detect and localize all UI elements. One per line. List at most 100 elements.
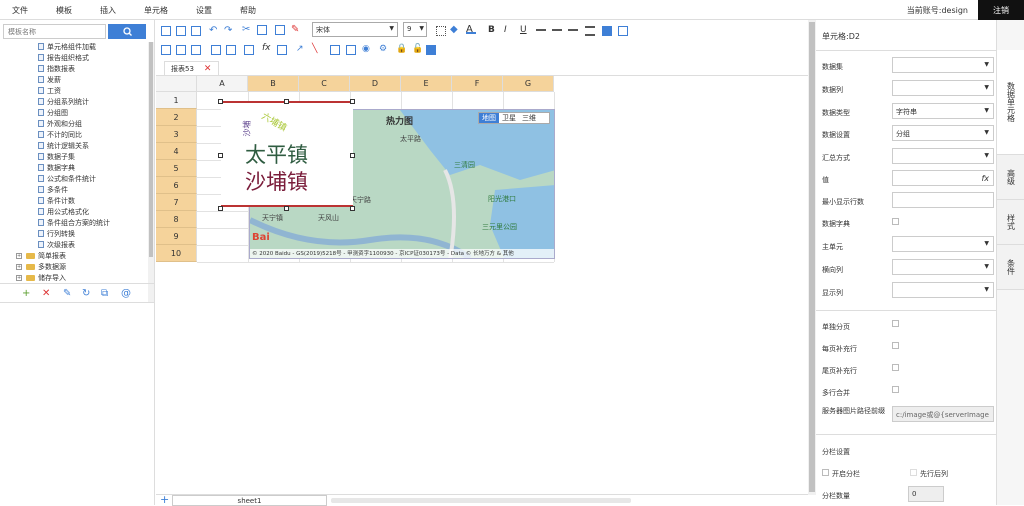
resize-handle[interactable] xyxy=(284,99,289,104)
align-line-icon[interactable] xyxy=(536,29,546,31)
refresh-icon[interactable]: ↻ xyxy=(82,289,90,299)
menu-insert[interactable]: 插入 xyxy=(100,5,116,16)
page-break-checkbox[interactable] xyxy=(892,320,899,327)
resize-handle[interactable] xyxy=(350,153,355,158)
tree-item[interactable]: 条件组合方案的统计 xyxy=(38,217,110,228)
insert-row-icon[interactable] xyxy=(161,45,171,55)
row-header-4[interactable]: 4 xyxy=(156,143,197,160)
menu-file[interactable]: 文件 xyxy=(12,5,28,16)
master-cell-select[interactable]: ▼ xyxy=(892,236,994,252)
save-icon[interactable] xyxy=(191,26,201,36)
tree-item[interactable]: 公式和条件统计 xyxy=(38,173,96,184)
row-header-5[interactable]: 5 xyxy=(156,160,197,177)
dataset-select[interactable]: ▼ xyxy=(892,57,994,73)
vertical-scrollbar[interactable] xyxy=(808,20,816,495)
min-rows-input[interactable] xyxy=(892,192,994,208)
tree-item[interactable]: 次级报表 xyxy=(38,239,75,250)
row-header-9[interactable]: 9 xyxy=(156,228,197,245)
paste-icon[interactable] xyxy=(275,25,285,35)
delete-col-icon[interactable] xyxy=(211,45,221,55)
summary-select[interactable]: ▼ xyxy=(892,148,994,164)
table-icon[interactable] xyxy=(226,45,236,55)
tab-report[interactable]: 报表53 ✕ xyxy=(164,61,219,75)
tree-item[interactable]: 分组图 xyxy=(38,107,68,118)
value-input[interactable]: fx xyxy=(892,170,994,186)
underline-icon[interactable]: U xyxy=(520,25,530,35)
close-icon[interactable]: ✕ xyxy=(204,64,212,74)
split-icon[interactable] xyxy=(618,26,628,36)
tab-condition[interactable]: 条件 xyxy=(997,245,1024,290)
fill-rows-checkbox[interactable] xyxy=(892,342,899,349)
col-header-g[interactable]: G xyxy=(503,76,554,92)
at-icon[interactable]: @ xyxy=(121,289,131,299)
tree-item[interactable]: 行列转换 xyxy=(38,228,75,239)
resize-handle[interactable] xyxy=(218,153,223,158)
row-header-3[interactable]: 3 xyxy=(156,126,197,143)
row-header-10[interactable]: 10 xyxy=(156,245,197,262)
tree-folder[interactable]: + 储存导入 xyxy=(16,272,66,283)
col-header-f[interactable]: F xyxy=(452,76,503,92)
map-type-satellite[interactable]: 卫星 xyxy=(499,113,519,123)
align-line-icon[interactable] xyxy=(552,29,562,31)
horizontal-scrollbar[interactable] xyxy=(331,498,631,503)
tree-item[interactable]: 发薪 xyxy=(38,74,61,85)
cut-icon[interactable]: ✂ xyxy=(242,24,252,35)
diagonal-icon[interactable]: ╲ xyxy=(312,44,322,54)
resize-handle[interactable] xyxy=(350,206,355,211)
merge-icon[interactable] xyxy=(602,26,612,36)
server-image-prefix-input[interactable]: c:/image或@{serverImage xyxy=(892,406,994,422)
copy-icon[interactable] xyxy=(257,25,267,35)
tree-item[interactable]: 单元格组件加载 xyxy=(38,41,96,52)
font-select[interactable]: 宋体 ▼ xyxy=(312,22,398,37)
unlock-icon[interactable]: 🔓 xyxy=(412,44,423,54)
resize-handle[interactable] xyxy=(284,206,289,211)
tab-style[interactable]: 样式 xyxy=(997,200,1024,245)
lock-icon[interactable]: 🔒 xyxy=(396,44,407,54)
valign-icon[interactable] xyxy=(585,26,595,36)
map-type-switch[interactable]: 地图 卫星 三维 xyxy=(478,112,550,124)
tree-scrollbar[interactable] xyxy=(148,42,154,302)
formula-icon[interactable]: fx xyxy=(262,43,272,53)
expand-icon[interactable]: + xyxy=(16,252,22,259)
tree-item[interactable]: 分组系列统计 xyxy=(38,96,89,107)
formula-icon[interactable]: fx xyxy=(981,174,989,183)
data-column-select[interactable]: ▼ xyxy=(892,80,994,96)
map-type-map[interactable]: 地图 xyxy=(479,113,499,123)
redo-icon[interactable]: ↷ xyxy=(224,25,234,36)
resize-handle[interactable] xyxy=(218,206,223,211)
tree-item[interactable]: 条件计数 xyxy=(38,195,75,206)
map-type-3d[interactable]: 三维 xyxy=(519,113,539,123)
undo-icon[interactable]: ↶ xyxy=(209,25,219,36)
resize-handle[interactable] xyxy=(350,99,355,104)
open-icon[interactable] xyxy=(176,26,186,36)
row-header-2[interactable]: 2 xyxy=(156,109,197,126)
tree-item[interactable]: 统计逻辑关系 xyxy=(38,140,89,151)
col-header-a[interactable]: A xyxy=(197,76,248,92)
row-first-checkbox[interactable] xyxy=(910,469,917,476)
data-type-select[interactable]: 字符串 ▼ xyxy=(892,103,994,119)
tree-item[interactable]: 多条件 xyxy=(38,184,68,195)
border-icon[interactable] xyxy=(436,26,446,36)
delete-row-icon[interactable] xyxy=(191,45,201,55)
menu-settings[interactable]: 设置 xyxy=(196,5,212,16)
logout-button[interactable]: 注销 xyxy=(978,0,1024,20)
tree-folder[interactable]: + 多数据源 xyxy=(16,261,66,272)
font-color-icon[interactable]: A xyxy=(466,24,476,35)
copy-icon[interactable]: ⧉ xyxy=(101,289,108,299)
tree-item[interactable]: 不计的同比 xyxy=(38,129,82,140)
fill-color-icon[interactable]: ◆ xyxy=(450,24,460,35)
merge-rows-checkbox[interactable] xyxy=(892,386,899,393)
template-search-input[interactable]: 模板名称 xyxy=(3,24,106,39)
tree-item[interactable]: 用公式格式化 xyxy=(38,206,89,217)
text-box-component[interactable]: 六埔镇 沙埔 太平镇 沙埔镇 xyxy=(218,99,355,211)
menu-help[interactable]: 帮助 xyxy=(240,5,256,16)
col-header-b[interactable]: B xyxy=(248,76,299,92)
edit-icon[interactable]: ✎ xyxy=(63,289,71,299)
delete-icon[interactable]: ✕ xyxy=(42,289,50,299)
preview-icon[interactable]: ◉ xyxy=(362,44,372,54)
row-header-1[interactable]: 1 xyxy=(156,92,197,109)
row-header-6[interactable]: 6 xyxy=(156,177,197,194)
col-header-c[interactable]: C xyxy=(299,76,350,92)
tree-item[interactable]: 外观和分组 xyxy=(38,118,82,129)
tree-item[interactable]: 指数报表 xyxy=(38,63,75,74)
